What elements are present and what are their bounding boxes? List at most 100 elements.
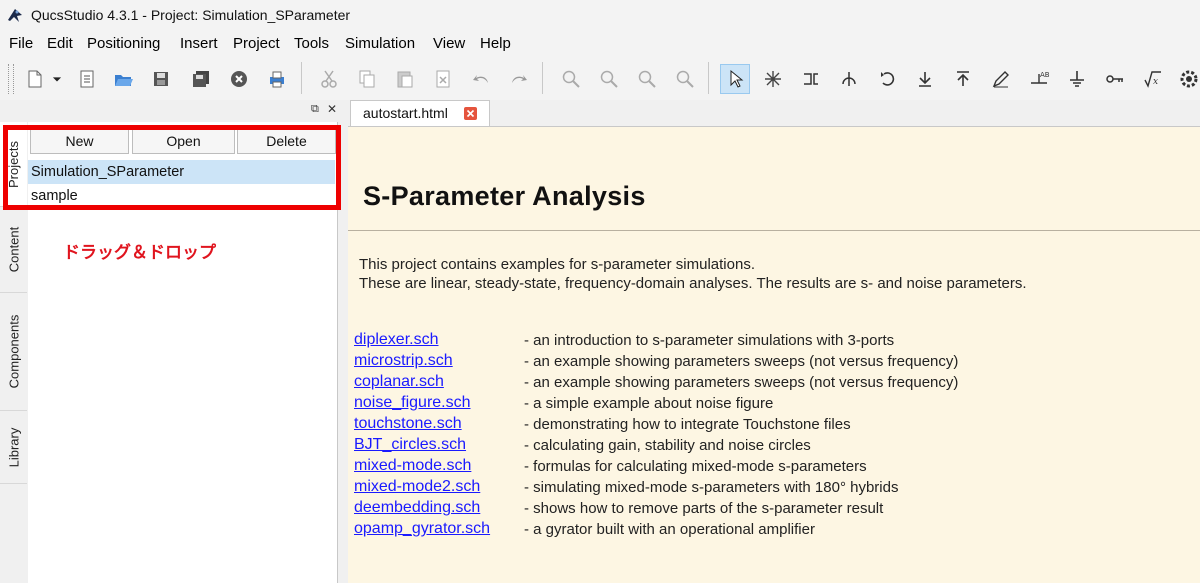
- save-button[interactable]: [146, 64, 176, 94]
- deactivate-button[interactable]: [758, 64, 788, 94]
- highlight-box: [3, 125, 341, 210]
- description-line: This project contains examples for s-par…: [359, 256, 755, 273]
- example-link[interactable]: touchstone.sch: [354, 415, 462, 433]
- menu-simulation[interactable]: Simulation: [345, 35, 415, 52]
- example-link[interactable]: coplanar.sch: [354, 373, 444, 391]
- example-description: - formulas for calculating mixed-mode s-…: [524, 458, 867, 475]
- redo-button[interactable]: [504, 64, 534, 94]
- paste-button[interactable]: [390, 64, 420, 94]
- pop-up-button[interactable]: [948, 64, 978, 94]
- menu-edit[interactable]: Edit: [47, 35, 73, 52]
- simulate-button[interactable]: [1176, 64, 1200, 94]
- zoom-fit-button[interactable]: [556, 64, 586, 94]
- menu-tools[interactable]: Tools: [294, 35, 329, 52]
- zoom-one-button[interactable]: [670, 64, 700, 94]
- ground-button[interactable]: [1062, 64, 1092, 94]
- save-all-button[interactable]: [186, 64, 216, 94]
- example-description: - an introduction to s-parameter simulat…: [524, 332, 895, 349]
- zoom-icon: [562, 70, 580, 88]
- app-logo-icon: [8, 9, 22, 22]
- push-down-button[interactable]: [910, 64, 940, 94]
- example-link[interactable]: microstrip.sch: [354, 352, 453, 370]
- zoom-out-button[interactable]: [632, 64, 662, 94]
- port-button[interactable]: [1100, 64, 1130, 94]
- tab-content[interactable]: Content: [0, 207, 27, 293]
- example-link[interactable]: diplexer.sch: [354, 331, 439, 349]
- example-link[interactable]: opamp_gyrator.sch: [354, 520, 490, 538]
- copy-icon: [359, 70, 375, 88]
- example-link[interactable]: mixed-mode2.sch: [354, 478, 480, 496]
- delete-icon: [436, 70, 450, 88]
- menu-file[interactable]: File: [9, 35, 33, 52]
- document-view: S-Parameter Analysis This project contai…: [348, 127, 1200, 583]
- example-link[interactable]: noise_figure.sch: [354, 394, 471, 412]
- new-text-button[interactable]: [72, 64, 102, 94]
- new-file-icon: [28, 70, 42, 88]
- zoom-out-icon: [638, 70, 656, 88]
- dock-float-icon[interactable]: ⧉: [311, 103, 319, 116]
- gear-icon: [1180, 70, 1198, 88]
- new-file-button[interactable]: [20, 64, 50, 94]
- mirror-x-button[interactable]: [796, 64, 826, 94]
- undo-button[interactable]: [466, 64, 496, 94]
- dock-close-icon[interactable]: ✕: [327, 102, 337, 116]
- pencil-icon: [992, 71, 1009, 88]
- copy-button[interactable]: [352, 64, 382, 94]
- label-icon: AB: [1031, 71, 1050, 84]
- toolbar: AB x: [0, 58, 1200, 100]
- delete-button[interactable]: [428, 64, 458, 94]
- arrow-down-icon: [919, 72, 931, 87]
- save-all-icon: [193, 71, 209, 87]
- mirror-y-icon: [842, 72, 856, 86]
- title-bar: QucsStudio 4.3.1 - Project: Simulation_S…: [0, 0, 1200, 30]
- equation-button[interactable]: x: [1138, 64, 1168, 94]
- tab-label: autostart.html: [363, 105, 448, 121]
- menu-bar: File Edit Positioning Insert Project Too…: [0, 30, 1200, 58]
- example-description: - demonstrating how to integrate Touchst…: [524, 416, 851, 433]
- redo-icon: [512, 75, 527, 83]
- example-description: - calculating gain, stability and noise …: [524, 437, 811, 454]
- description-line: These are linear, steady-state, frequenc…: [359, 275, 1027, 292]
- example-description: - an example showing parameters sweeps (…: [524, 353, 959, 370]
- open-folder-icon: [115, 75, 133, 86]
- zoom-in-button[interactable]: [594, 64, 624, 94]
- menu-help[interactable]: Help: [480, 35, 511, 52]
- tab-close-icon[interactable]: [464, 107, 477, 120]
- zoom-in-icon: [600, 70, 618, 88]
- close-circle-icon: [231, 71, 247, 87]
- zoom-one-icon: [676, 70, 694, 88]
- rotate-button[interactable]: [872, 64, 902, 94]
- example-link[interactable]: mixed-mode.sch: [354, 457, 471, 475]
- wire-button[interactable]: [986, 64, 1016, 94]
- example-description: - an example showing parameters sweeps (…: [524, 374, 959, 391]
- save-icon: [154, 72, 168, 86]
- new-dropdown-button[interactable]: [48, 64, 66, 94]
- menu-positioning[interactable]: Positioning: [87, 35, 160, 52]
- print-button[interactable]: [262, 64, 292, 94]
- rotate-icon: [881, 72, 895, 86]
- label-button[interactable]: AB: [1024, 64, 1054, 94]
- example-description: - a simple example about noise figure: [524, 395, 774, 412]
- example-link[interactable]: BJT_circles.sch: [354, 436, 466, 454]
- tab-autostart[interactable]: autostart.html: [350, 100, 490, 126]
- divider: [348, 230, 1200, 231]
- cut-button[interactable]: [314, 64, 344, 94]
- menu-project[interactable]: Project: [233, 35, 280, 52]
- tab-components[interactable]: Components: [0, 293, 27, 411]
- mirror-y-button[interactable]: [834, 64, 864, 94]
- open-button[interactable]: [108, 64, 138, 94]
- menu-view[interactable]: View: [433, 35, 465, 52]
- example-link[interactable]: deembedding.sch: [354, 499, 480, 517]
- print-icon: [270, 71, 284, 88]
- tab-library[interactable]: Library: [0, 411, 27, 484]
- toolbar-handle[interactable]: [8, 64, 14, 94]
- text-file-icon: [80, 70, 94, 88]
- example-description: - simulating mixed-mode s-parameters wit…: [524, 479, 899, 496]
- select-button[interactable]: [720, 64, 750, 94]
- menu-insert[interactable]: Insert: [180, 35, 218, 52]
- example-description: - a gyrator built with an operational am…: [524, 521, 815, 538]
- dropdown-arrow-icon: [52, 77, 62, 82]
- ground-icon: [1070, 71, 1084, 87]
- close-file-button[interactable]: [224, 64, 254, 94]
- undo-icon: [473, 75, 488, 83]
